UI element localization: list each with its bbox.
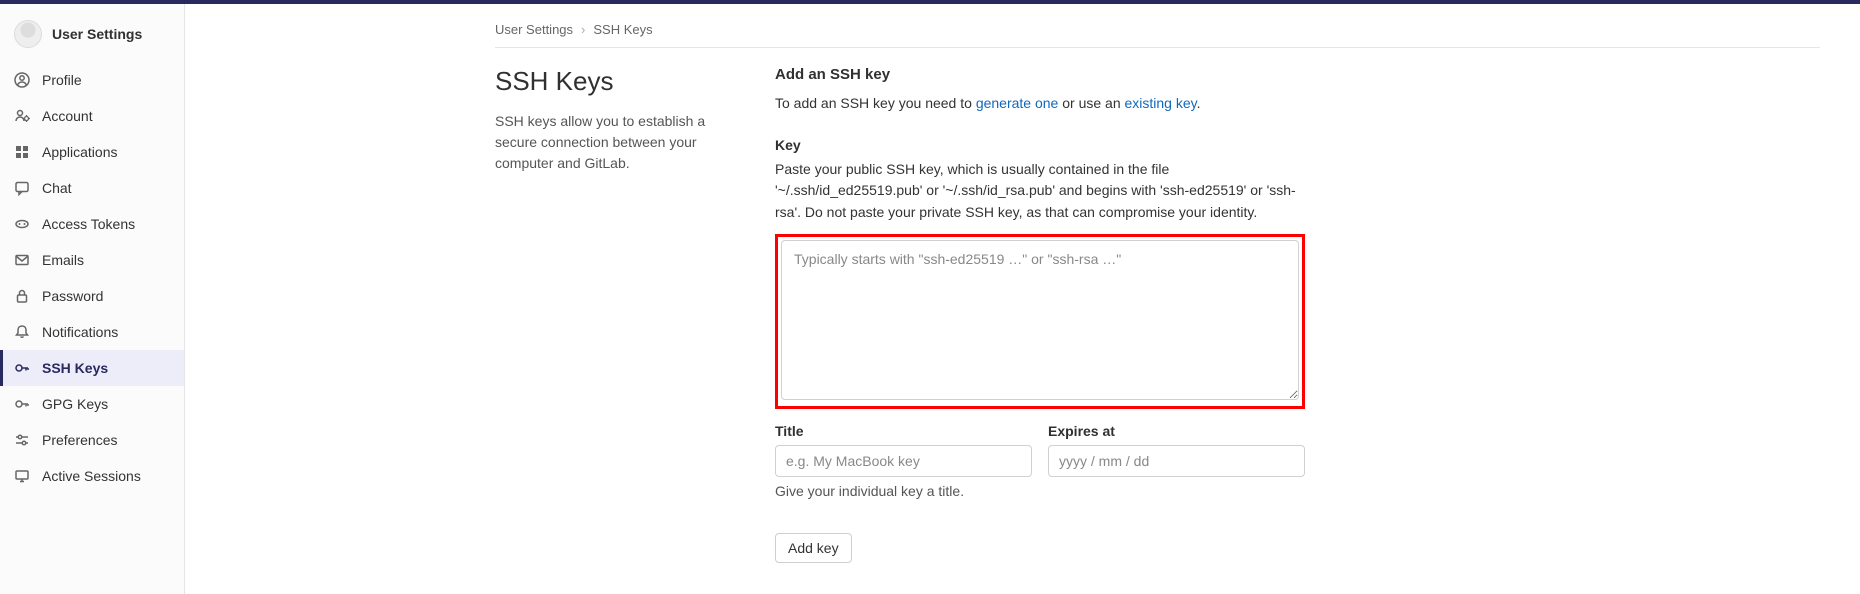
expires-input[interactable] [1048,445,1305,477]
page-description: SSH keys allow you to establish a secure… [495,111,745,174]
sidebar-item-ssh-keys[interactable]: SSH Keys [0,350,184,386]
sidebar-item-label: Applications [42,144,118,160]
grid-icon [14,144,30,160]
sidebar-item-applications[interactable]: Applications [0,134,184,170]
key-icon [14,360,30,376]
sidebar-item-label: Password [42,288,103,304]
user-cog-icon [14,108,30,124]
sidebar-item-label: Active Sessions [42,468,141,484]
link-chain-icon [14,216,30,232]
sidebar-title: User Settings [52,26,142,42]
sidebar-item-label: Notifications [42,324,118,340]
title-label: Title [775,423,1032,439]
title-hint: Give your individual key a title. [775,483,1032,499]
sidebar-item-account[interactable]: Account [0,98,184,134]
generate-one-link[interactable]: generate one [976,95,1059,111]
chevron-right-icon: › [581,22,585,37]
sidebar-item-preferences[interactable]: Preferences [0,422,184,458]
sidebar-item-chat[interactable]: Chat [0,170,184,206]
sidebar-item-label: SSH Keys [42,360,108,376]
sidebar-item-label: Profile [42,72,82,88]
sidebar-item-emails[interactable]: Emails [0,242,184,278]
sidebar: User Settings Profile Account Applications… [0,4,185,594]
add-key-heading: Add an SSH key [775,66,1305,83]
sidebar-header: User Settings [0,14,184,62]
divider [495,47,1820,48]
add-key-button[interactable]: Add key [775,533,852,563]
sidebar-item-label: Access Tokens [42,216,135,232]
expires-label: Expires at [1048,423,1305,439]
sidebar-item-label: GPG Keys [42,396,108,412]
speech-bubble-icon [14,180,30,196]
existing-key-link[interactable]: existing key [1125,95,1197,111]
sidebar-item-label: Account [42,108,93,124]
breadcrumb-root[interactable]: User Settings [495,22,573,37]
sidebar-item-notifications[interactable]: Notifications [0,314,184,350]
sidebar-item-active-sessions[interactable]: Active Sessions [0,458,184,494]
key-label: Key [775,137,1305,153]
monitor-icon [14,468,30,484]
key-icon [14,396,30,412]
title-input[interactable] [775,445,1032,477]
sidebar-item-label: Emails [42,252,84,268]
add-key-intro: To add an SSH key you need to generate o… [775,93,1305,115]
user-circle-icon [14,72,30,88]
main-content: User Settings › SSH Keys SSH Keys SSH ke… [185,4,1860,594]
sidebar-item-access-tokens[interactable]: Access Tokens [0,206,184,242]
key-help-text: Paste your public SSH key, which is usua… [775,159,1305,224]
sidebar-item-label: Chat [42,180,72,196]
sidebar-item-profile[interactable]: Profile [0,62,184,98]
sidebar-item-password[interactable]: Password [0,278,184,314]
bell-icon [14,324,30,340]
breadcrumb: User Settings › SSH Keys [495,22,1820,37]
avatar [14,20,42,48]
sliders-icon [14,432,30,448]
envelope-icon [14,252,30,268]
sidebar-item-label: Preferences [42,432,117,448]
key-textarea-highlight [775,234,1305,409]
sidebar-item-gpg-keys[interactable]: GPG Keys [0,386,184,422]
ssh-key-textarea[interactable] [781,240,1299,400]
breadcrumb-leaf[interactable]: SSH Keys [593,22,652,37]
page-title: SSH Keys [495,66,745,97]
lock-icon [14,288,30,304]
